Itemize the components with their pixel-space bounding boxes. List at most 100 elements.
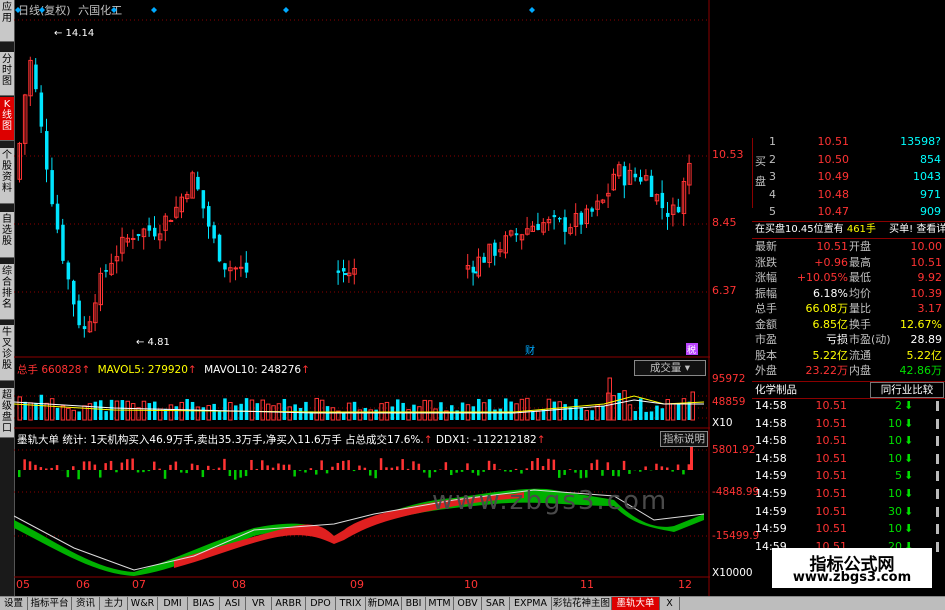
vol-tick-3: X10 xyxy=(712,417,733,429)
volume-bar xyxy=(175,406,179,420)
view-detail-link[interactable]: 查看详细 xyxy=(916,224,945,235)
order-row[interactable]: 1 10.51 13598? xyxy=(753,134,945,150)
indicator-bar xyxy=(347,460,350,470)
order-row[interactable]: 5 10.47 909 xyxy=(753,204,945,220)
bottom-tab[interactable]: 指标平台 xyxy=(28,597,72,610)
bottom-tab[interactable]: ARBR xyxy=(272,597,306,610)
bottom-tab[interactable]: BBI xyxy=(402,597,426,610)
tab-kline[interactable]: K线图 xyxy=(0,97,14,141)
low-price-label: ← 4.81 xyxy=(136,337,170,348)
indicator-bar xyxy=(266,465,269,470)
indicator-bar xyxy=(110,461,113,470)
volume-bar xyxy=(691,392,695,420)
indicator-bar xyxy=(380,458,383,470)
candle-down xyxy=(342,268,346,271)
indicator-bar xyxy=(326,470,329,473)
bottom-tab[interactable]: DMI xyxy=(158,597,188,610)
volume-bar xyxy=(601,406,605,420)
indicator-bar xyxy=(563,470,566,475)
order-row[interactable]: 3 10.49 1043 xyxy=(753,169,945,185)
candle-down xyxy=(153,228,157,237)
indicator-bar xyxy=(369,470,372,476)
volume-bar xyxy=(569,408,573,420)
tick-bar xyxy=(936,542,939,552)
indicator-bar xyxy=(131,459,134,470)
price-tick-1: 10.53 xyxy=(712,148,744,161)
candle-down xyxy=(83,326,87,329)
tab-level2[interactable]: 超级盘口 xyxy=(0,388,14,438)
event-marker-icon xyxy=(529,7,535,13)
industry-compare-button[interactable]: 同行业比较 xyxy=(870,382,944,398)
volume-bar xyxy=(585,411,589,420)
event-badge-text: 税 xyxy=(687,344,696,356)
indicator-bar xyxy=(137,470,140,472)
indicator-bar xyxy=(445,462,448,470)
candle-down xyxy=(580,213,584,225)
order-book: 买盘 1 10.51 13598? 2 10.50 854 3 10.49 10… xyxy=(752,138,945,208)
volume-bar xyxy=(488,399,492,420)
bottom-tab[interactable]: BIAS xyxy=(188,597,220,610)
quote-row: 股本5.22亿 流通5.22亿 xyxy=(752,348,945,364)
trade-row: 14:5910.515⬇ xyxy=(752,468,945,484)
volume-bar xyxy=(526,398,530,420)
bid-info: 在买盘10.45位置有 461手 买单! 查看详细 xyxy=(752,221,945,239)
bottom-tab[interactable]: 资讯 xyxy=(72,597,100,610)
volume-bar xyxy=(67,408,71,420)
bottom-tab[interactable]: OBV xyxy=(454,597,482,610)
bottom-tab[interactable]: MTM xyxy=(426,597,454,610)
tab-stock-info[interactable]: 个股资料 xyxy=(0,148,14,204)
bottom-tab[interactable]: VR xyxy=(246,597,272,610)
indicator-bar xyxy=(288,465,291,470)
bottom-tab[interactable]: SAR xyxy=(482,597,510,610)
indicator-bar xyxy=(245,470,248,476)
volume-bar xyxy=(196,407,200,420)
bottom-tab[interactable]: W&R xyxy=(128,597,158,610)
indicator-bar xyxy=(542,466,545,470)
indicator-bar xyxy=(401,459,404,470)
indicator-bar xyxy=(461,470,464,472)
bottom-tab[interactable]: TRIX xyxy=(336,597,366,610)
bottom-tab[interactable]: EXPMA xyxy=(510,597,552,610)
order-row[interactable]: 4 10.48 971 xyxy=(753,187,945,203)
bottom-tab[interactable]: 主力 xyxy=(100,597,128,610)
volume-bar xyxy=(504,398,508,420)
indicator-bar xyxy=(148,470,151,471)
bottom-tab[interactable]: DPO xyxy=(306,597,336,610)
volume-bar xyxy=(531,412,535,420)
volume-bar xyxy=(353,402,357,420)
buy-one-link[interactable]: 买单! xyxy=(889,224,913,235)
candle-down xyxy=(474,271,478,273)
bottom-tab[interactable]: ASI xyxy=(220,597,246,610)
order-row[interactable]: 2 10.50 854 xyxy=(753,152,945,168)
bottom-tab[interactable]: 设置 xyxy=(0,597,28,610)
tab-intraday[interactable]: 分时图 xyxy=(0,52,14,96)
volume-type-button[interactable]: 成交量 ▾ xyxy=(634,360,706,376)
tab-watchlist[interactable]: 自选股 xyxy=(0,212,14,258)
volume-bar xyxy=(661,408,665,420)
tab-app[interactable]: 应用 xyxy=(0,0,14,42)
indicator-bar xyxy=(299,470,302,471)
candle-up xyxy=(131,238,135,239)
candle-down xyxy=(639,177,643,182)
quote-row: 市盈亏损 市盈(动)28.89 xyxy=(752,332,945,348)
bottom-tab[interactable]: 彩钻花神主图 xyxy=(552,597,612,610)
candle-down xyxy=(67,263,71,280)
finance-marker: 财 xyxy=(525,344,535,357)
indicator-bar xyxy=(196,465,199,470)
indicator-help-button[interactable]: 指标说明 xyxy=(660,431,708,447)
tab-ranking[interactable]: 综合排名 xyxy=(0,264,14,320)
indicator-name: 墨轨大单 xyxy=(17,434,59,446)
x-tick: 09 xyxy=(350,578,364,591)
bottom-tab[interactable]: X xyxy=(660,597,680,610)
indicator-bar xyxy=(283,465,286,470)
indicator-bar xyxy=(337,463,340,470)
volume-bar xyxy=(261,400,265,420)
bottom-tab[interactable]: 墨轨大单 xyxy=(612,597,660,610)
indicator-bar xyxy=(358,466,361,470)
bottom-tab[interactable]: 新DMA xyxy=(366,597,402,610)
x-tick: 06 xyxy=(76,578,90,591)
indicator-bar xyxy=(256,469,259,470)
indicator-bar xyxy=(558,470,561,478)
tab-diagnose[interactable]: 牛叉诊股 xyxy=(0,325,14,381)
candle-down xyxy=(72,281,76,305)
